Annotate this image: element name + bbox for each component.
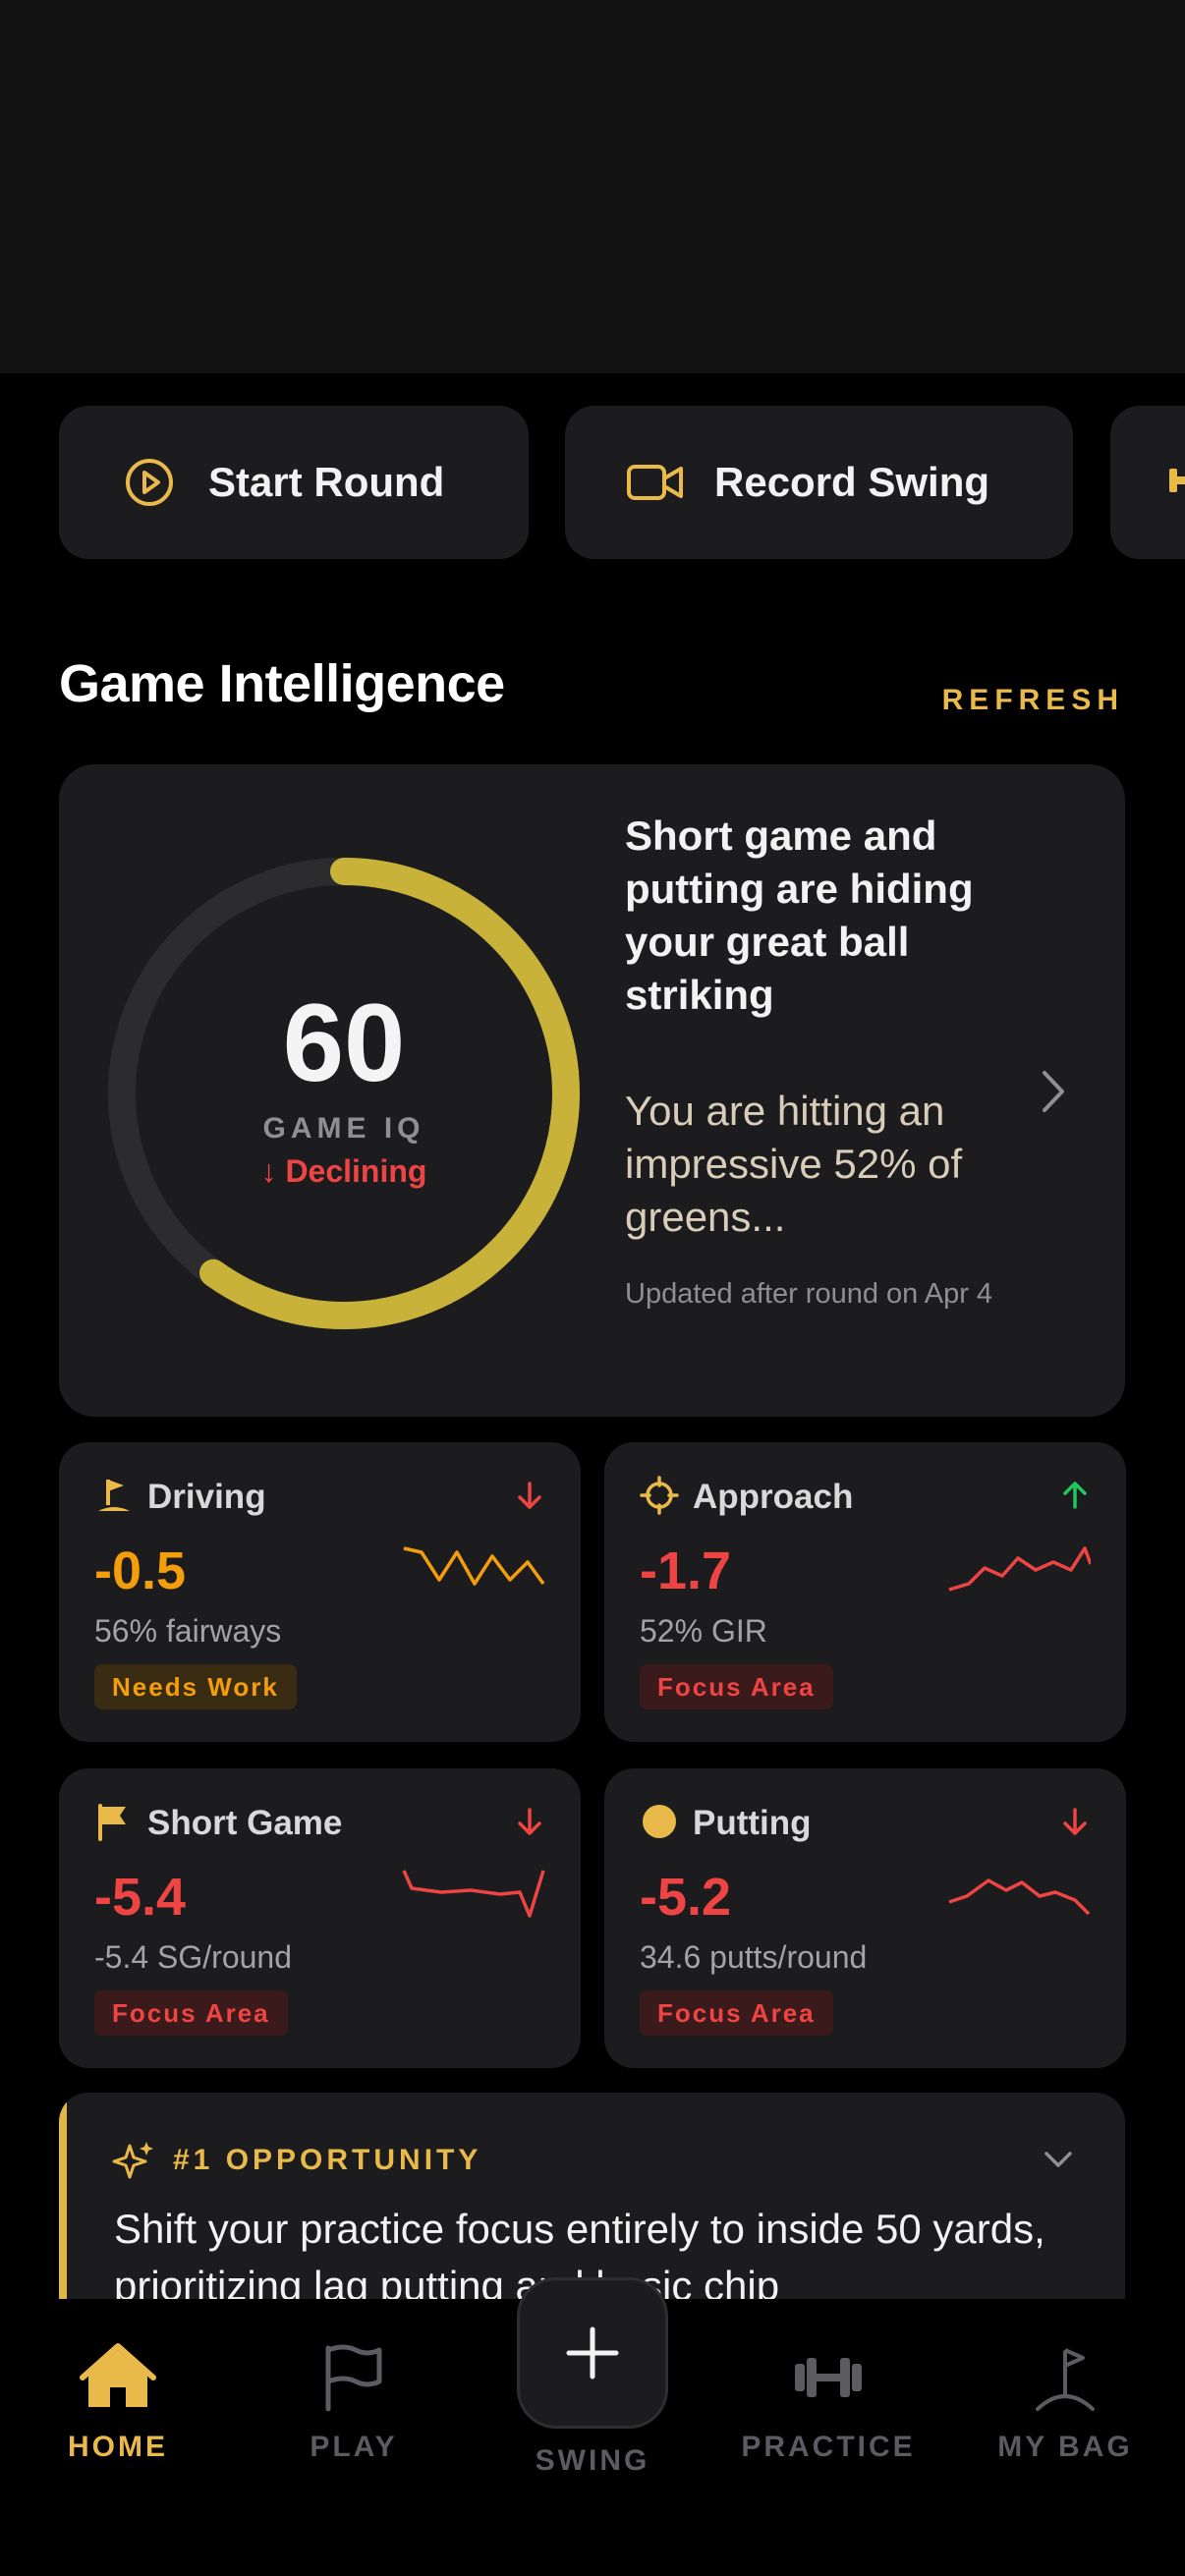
tab-my-bag[interactable]: MY BAG <box>967 2338 1163 2464</box>
arrow-down-icon <box>1063 1808 1087 1835</box>
dumbbell-icon <box>1167 461 1185 505</box>
status-badge: Focus Area <box>640 1664 833 1709</box>
opportunity-label: #1 OPPORTUNITY <box>173 2144 482 2176</box>
short-game-sparkline <box>402 1870 545 1918</box>
stat-value: -5.4 <box>94 1868 187 1927</box>
arrow-down-icon <box>518 1482 541 1509</box>
stat-subtext: 34.6 putts/round <box>640 1939 868 1975</box>
tab-label: PLAY <box>310 2431 398 2463</box>
game-iq-body: You are hitting an impressive 52% of gre… <box>625 1088 963 1240</box>
practice-quick-button[interactable] <box>1110 406 1185 559</box>
stat-subtext: -5.4 SG/round <box>94 1939 292 1975</box>
record-swing-button[interactable]: Record Swing <box>565 406 1073 559</box>
chevron-right-icon <box>1043 1071 1064 1112</box>
record-swing-label: Record Swing <box>714 459 990 505</box>
flag-icon <box>98 1804 126 1841</box>
stat-subtext: 56% fairways <box>94 1613 282 1649</box>
stat-name: Driving <box>147 1478 266 1516</box>
section-title: Game Intelligence <box>59 654 505 713</box>
chevron-down-icon[interactable] <box>1043 2148 1074 2171</box>
stat-name: Putting <box>693 1804 812 1842</box>
refresh-button[interactable]: REFRESH <box>942 684 1124 717</box>
stat-name: Short Game <box>147 1804 343 1842</box>
putting-sparkline <box>948 1878 1091 1916</box>
tab-practice[interactable]: PRACTICE <box>730 2338 927 2464</box>
approach-sparkline <box>948 1546 1091 1592</box>
game-iq-card[interactable]: 60 GAME IQ ↓ Declining Short game and pu… <box>59 764 1125 1417</box>
status-badge: Focus Area <box>640 1990 833 2036</box>
tab-label: MY BAG <box>997 2431 1133 2463</box>
sparkles-icon <box>112 2142 153 2179</box>
status-badge: Focus Area <box>94 1990 288 2036</box>
dumbbell-icon <box>795 2358 862 2397</box>
swing-add-button[interactable] <box>517 2277 668 2429</box>
stat-card-driving[interactable]: Driving -0.5 56% fairways Needs Work <box>59 1442 581 1742</box>
start-round-label: Start Round <box>208 459 445 505</box>
golf-flag-tee-icon <box>98 1480 130 1511</box>
driving-sparkline <box>403 1546 545 1586</box>
plus-icon <box>566 2326 619 2380</box>
stat-value: -0.5 <box>94 1541 187 1600</box>
status-badge: Needs Work <box>94 1664 297 1709</box>
play-circle-icon <box>120 453 179 512</box>
golf-bag-icon <box>1036 2348 1095 2411</box>
quick-actions-row: Start Round Record Swing <box>0 406 1185 559</box>
stat-name: Approach <box>693 1478 854 1516</box>
home-icon <box>80 2343 156 2407</box>
tab-swing-label: SWING <box>535 2444 650 2477</box>
stat-card-approach[interactable]: Approach -1.7 52% GIR Focus Area <box>604 1442 1126 1742</box>
stat-value: -1.7 <box>640 1541 732 1600</box>
game-iq-label: GAME IQ <box>262 1112 425 1145</box>
video-camera-icon <box>626 453 685 512</box>
tab-label: HOME <box>68 2431 168 2463</box>
stat-value: -5.2 <box>640 1868 732 1927</box>
flag-outline-icon <box>325 2344 382 2412</box>
stat-subtext: 52% GIR <box>640 1613 767 1649</box>
arrow-up-icon <box>1063 1482 1087 1509</box>
stat-card-putting[interactable]: Putting -5.2 34.6 putts/round Focus Area <box>604 1768 1126 2068</box>
status-bar-area <box>0 0 1185 373</box>
start-round-button[interactable]: Start Round <box>59 406 529 559</box>
tab-home[interactable]: HOME <box>20 2338 216 2464</box>
arrow-down-icon <box>518 1808 541 1835</box>
game-iq-score: 60 <box>282 981 406 1104</box>
game-iq-updated: Updated after round on Apr 4 <box>625 1278 993 1310</box>
crosshair-icon <box>640 1476 679 1515</box>
game-iq-headline: Short game and putting are hiding your g… <box>625 812 974 1018</box>
golf-ball-icon <box>643 1805 676 1838</box>
game-iq-trend: ↓ Declining <box>260 1153 427 1189</box>
stat-card-short-game[interactable]: Short Game -5.4 -5.4 SG/round Focus Area <box>59 1768 581 2068</box>
tab-label: PRACTICE <box>741 2431 916 2463</box>
tab-play[interactable]: PLAY <box>255 2338 452 2464</box>
